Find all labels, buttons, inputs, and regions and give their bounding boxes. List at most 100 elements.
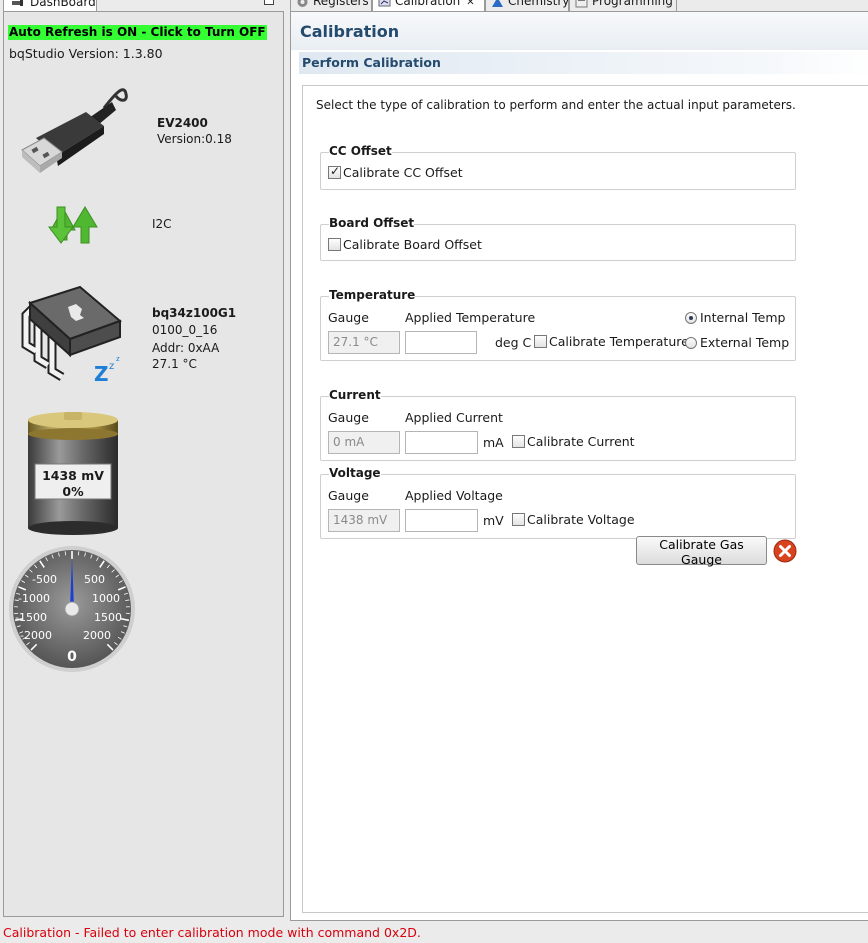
tab-programming[interactable]: Programming (569, 0, 677, 11)
checkbox-label: Calibrate Board Offset (343, 237, 482, 252)
minimize-icon[interactable] (264, 0, 274, 5)
dashboard-tab-icon (12, 0, 23, 6)
studio-version: bqStudio Version: 1.3.80 (9, 46, 163, 61)
board-offset-group: Board Offset Calibrate Board Offset (320, 216, 796, 261)
svg-text:z: z (109, 361, 114, 372)
status-bar: Calibration - Failed to enter calibratio… (0, 922, 868, 943)
section-title: Perform Calibration (302, 55, 441, 70)
gear-icon (297, 0, 308, 7)
auto-refresh-toggle[interactable]: Auto Refresh is ON - Click to Turn OFF (8, 25, 267, 40)
radio-label: External Temp (700, 335, 790, 350)
group-title: Temperature (329, 288, 416, 302)
current-gauge: -500 500 -1000 1000 -1500 1500 -2000 200… (9, 546, 135, 672)
svg-text:Z: Z (94, 362, 109, 386)
calibration-panel: Calibration Perform Calibration Select t… (290, 11, 868, 921)
tab-close-icon[interactable]: ✕ (466, 0, 474, 8)
tab-chemistry[interactable]: Chemistry (485, 0, 569, 11)
calibrate-temperature-checkbox[interactable]: Calibrate Temperature (534, 334, 689, 349)
checkbox-box[interactable] (512, 435, 525, 448)
temperature-unit: deg C (495, 335, 532, 350)
device-temperature: 27.1 °C (152, 357, 197, 371)
checkbox-box[interactable] (328, 238, 341, 251)
calibration-form: Select the type of calibration to perfor… (302, 85, 868, 913)
calibrate-gas-gauge-button[interactable]: Calibrate Gas Gauge (636, 536, 767, 567)
checkbox-box[interactable] (512, 513, 525, 526)
gauge-label: Gauge (328, 488, 369, 503)
temperature-group: Temperature Gauge Applied Temperature 27… (320, 288, 796, 361)
current-unit: mA (483, 435, 504, 450)
voltage-unit: mV (483, 513, 504, 528)
calibrate-current-checkbox[interactable]: Calibrate Current (512, 434, 635, 449)
instruction-text: Select the type of calibration to perfor… (316, 98, 796, 112)
current-group: Current Gauge Applied Current 0 mA mA Ca… (320, 388, 796, 461)
gauge-tick-label: 500 (84, 573, 105, 586)
tab-registers[interactable]: Registers (290, 0, 372, 11)
tab-label: Calibration (395, 0, 461, 8)
dashboard-tab-label: DashBoard (30, 0, 96, 9)
checkbox-box[interactable] (534, 335, 547, 348)
status-message: Calibration - Failed to enter calibratio… (3, 925, 421, 940)
applied-temperature-input[interactable] (405, 331, 477, 354)
gauge-tick-label: -1000 (18, 592, 50, 605)
gauge-tick-label: 2000 (83, 629, 111, 642)
device-address: Addr: 0xAA (152, 341, 220, 355)
chip-icon: Z z z (21, 285, 122, 386)
gauge-current-field: 0 mA (328, 431, 400, 454)
internal-temp-radio[interactable]: Internal Temp (685, 310, 785, 325)
cancel-icon[interactable] (773, 539, 797, 563)
gauge-tick-label: 1500 (94, 611, 122, 624)
gauge-tick-label: -500 (32, 573, 57, 586)
calibrate-cc-offset-checkbox[interactable]: Calibrate CC Offset (328, 164, 463, 180)
external-temp-radio[interactable]: External Temp (685, 335, 789, 350)
battery-soc: 0% (62, 484, 84, 499)
tab-calibration[interactable]: Calibration ✕ (372, 0, 485, 11)
gauge-tick-label: -1500 (15, 611, 47, 624)
group-title: Board Offset (329, 216, 415, 230)
checkbox-box[interactable] (328, 164, 341, 179)
section-header[interactable]: Perform Calibration (299, 52, 868, 74)
radio-label: Internal Temp (700, 310, 786, 325)
device-name: bq34z100G1 (152, 306, 237, 320)
calibration-icon (378, 0, 391, 7)
transfer-arrows-icon (48, 206, 98, 244)
battery-voltage: 1438 mV (42, 468, 104, 483)
adapter-version: Version:0.18 (157, 132, 232, 146)
cc-offset-group: CC Offset Calibrate CC Offset (320, 144, 796, 190)
radio-dot[interactable] (685, 311, 697, 324)
group-title: Current (329, 388, 381, 402)
device-firmware: 0100_0_16 (152, 323, 218, 337)
chemistry-icon (492, 0, 503, 7)
tab-label: Chemistry (508, 0, 570, 8)
applied-temperature-label: Applied Temperature (405, 310, 536, 325)
calibrate-voltage-checkbox[interactable]: Calibrate Voltage (512, 512, 635, 527)
radio-dot[interactable] (685, 336, 697, 349)
applied-voltage-label: Applied Voltage (405, 488, 503, 503)
applied-voltage-input[interactable] (405, 509, 478, 532)
tab-label: Programming (592, 0, 673, 8)
calibrate-board-offset-checkbox[interactable]: Calibrate Board Offset (328, 237, 482, 252)
gauge-tick-label: 1000 (92, 592, 120, 605)
tab-label: Registers (313, 0, 369, 8)
group-title: Voltage (329, 466, 381, 480)
programming-icon (575, 0, 588, 8)
gauge-label: Gauge (328, 310, 369, 325)
calibration-header: Calibration (291, 12, 868, 50)
voltage-group: Voltage Gauge Applied Voltage 1438 mV mV… (320, 466, 796, 539)
page-title: Calibration (300, 22, 400, 41)
checkbox-label: Calibrate CC Offset (343, 165, 463, 180)
checkbox-label: Calibrate Voltage (527, 512, 635, 527)
gauge-voltage-field: 1438 mV (328, 509, 400, 532)
gauge-tick-label: -2000 (20, 629, 52, 642)
group-title: CC Offset (329, 144, 392, 158)
checkbox-label: Calibrate Temperature (549, 334, 689, 349)
gauge-temperature-field: 27.1 °C (328, 331, 400, 354)
gauge-value: 0 (67, 649, 77, 665)
applied-current-input[interactable] (405, 431, 478, 454)
dashboard-tab[interactable]: DashBoard (3, 0, 97, 11)
usb-icon (21, 88, 128, 173)
checkbox-label: Calibrate Current (527, 434, 635, 449)
dashboard-pane: DashBoard Auto Refresh is ON - Click to … (0, 0, 287, 922)
adapter-name: EV2400 (157, 116, 208, 130)
gauge-label: Gauge (328, 410, 369, 425)
svg-text:z: z (116, 355, 120, 363)
